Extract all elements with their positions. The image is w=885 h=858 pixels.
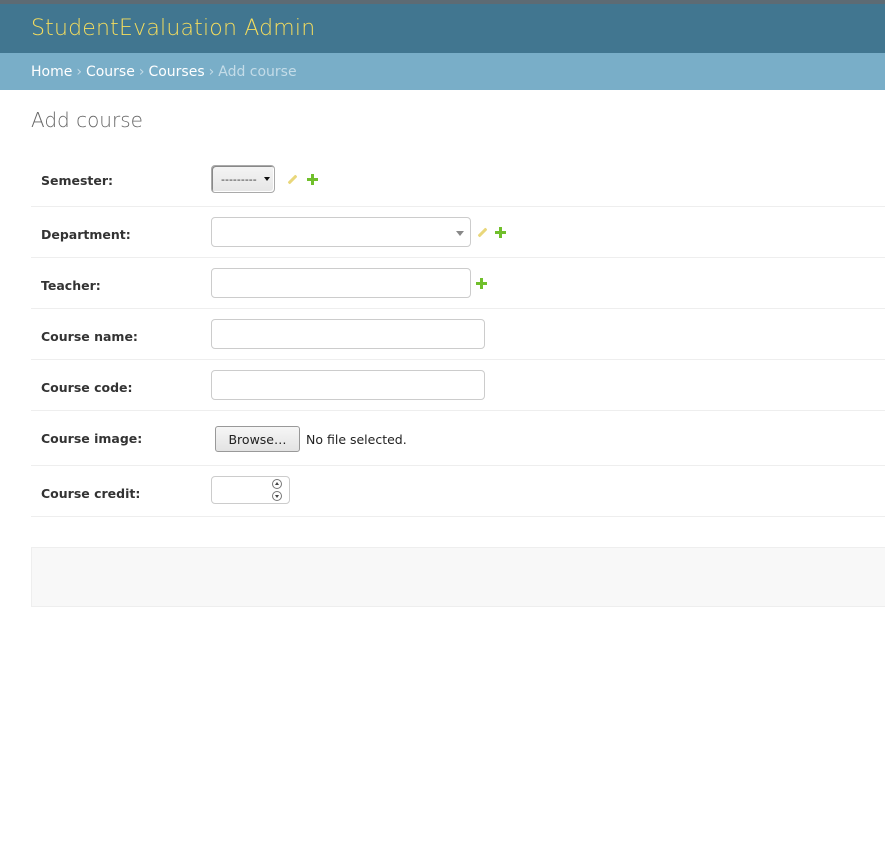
course-name-input[interactable] <box>211 319 485 349</box>
plus-icon[interactable] <box>495 226 506 238</box>
breadcrumb-separator: › <box>138 63 145 80</box>
caret-down-icon <box>264 177 270 181</box>
caret-down-icon <box>456 231 464 236</box>
form-row-semester: Semester: --------- <box>31 155 885 207</box>
semester-select-value: --------- <box>221 172 257 186</box>
course-image-label: Course image: <box>41 431 143 446</box>
spin-down-icon[interactable] <box>272 491 282 501</box>
plus-icon[interactable] <box>307 173 318 185</box>
form-row-course-image: Course image: Browse… No file selected. <box>31 411 885 466</box>
course-credit-label: Course credit: <box>41 486 141 501</box>
form-row-course-credit: Course credit: <box>31 466 885 517</box>
breadcrumb-course-app-link[interactable]: Course <box>86 64 135 80</box>
breadcrumb-current: Add course <box>218 63 297 80</box>
course-credit-input[interactable] <box>211 476 290 504</box>
pencil-icon[interactable] <box>475 225 489 239</box>
teacher-label: Teacher: <box>41 278 101 293</box>
site-header: StudentEvaluation Admin <box>0 4 885 53</box>
form-row-teacher: Teacher: <box>31 258 885 309</box>
pencil-icon[interactable] <box>285 172 299 186</box>
form-row-course-name: Course name: <box>31 309 885 360</box>
breadcrumb-courses-link[interactable]: Courses <box>148 64 204 80</box>
semester-label: Semester: <box>41 173 114 188</box>
spin-up-icon[interactable] <box>272 479 282 489</box>
form-row-department: Department: <box>31 207 885 258</box>
plus-icon[interactable] <box>476 277 487 289</box>
file-status: No file selected. <box>306 431 407 447</box>
breadcrumb-separator: › <box>76 63 82 80</box>
submit-row <box>31 547 885 607</box>
breadcrumb: Home › Course › Courses › Add course <box>0 53 885 90</box>
course-name-label: Course name: <box>41 329 138 344</box>
add-course-form: Semester: --------- Department: Teacher: <box>31 155 885 517</box>
department-label: Department: <box>41 227 131 242</box>
site-brand[interactable]: StudentEvaluation Admin <box>31 16 315 41</box>
department-select[interactable] <box>211 217 471 247</box>
course-code-input[interactable] <box>211 370 485 400</box>
course-code-label: Course code: <box>41 380 133 395</box>
breadcrumb-home-link[interactable]: Home <box>31 64 72 80</box>
semester-select[interactable]: --------- <box>211 165 275 193</box>
browse-button[interactable]: Browse… <box>215 426 300 452</box>
breadcrumb-separator: › <box>208 63 215 80</box>
page-title: Add course <box>31 108 143 132</box>
teacher-input[interactable] <box>211 268 471 298</box>
form-row-course-code: Course code: <box>31 360 885 411</box>
